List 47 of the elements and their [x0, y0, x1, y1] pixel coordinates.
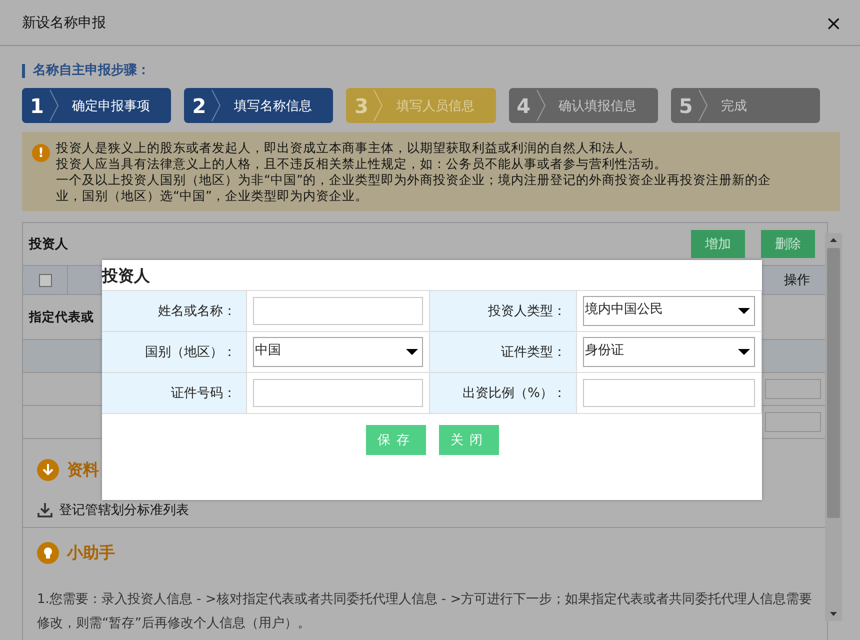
field-label: 证件号码： — [102, 373, 247, 414]
chevron-icon — [210, 88, 222, 123]
chevron-icon — [534, 88, 547, 123]
section-title: 资料 — [67, 460, 99, 480]
helper-text: 1.您需要：录入投资人信息 - >核对指定代表或者共同委托代理人信息 - >方可进行下一步；如果指定代表或者共同委托代理人信息需要修改，则需“暂存”后再修改个人信息（用户）。 — [37, 591, 813, 633]
warning-icon: ! — [32, 144, 50, 162]
input-field[interactable] — [765, 379, 821, 399]
chevron-icon — [48, 88, 60, 123]
input-field[interactable] — [253, 297, 423, 325]
notice-text: 一个及以上投资人国别（地区）为非“中国”的，企业类型即为外商投资企业；境内注册登记的外商投资企业再投资注册新的企业，国别（地区）选“中国”，企业类型即为内资企业。 — [56, 172, 772, 204]
caret-icon — [738, 349, 750, 355]
step: 5 完成 — [670, 88, 820, 123]
caret-icon — [738, 308, 750, 314]
lightbulb-icon — [37, 542, 59, 564]
section-title: 小助手 — [67, 542, 115, 564]
row-label: 指定代表或 — [29, 308, 94, 326]
field-label: 国别（地区）： — [102, 332, 247, 373]
dialog-title: 投资人 — [102, 265, 151, 287]
steps-heading: 名称自主申报步骤： — [22, 64, 820, 78]
download-link[interactable]: 登记管辖划分标准列表 — [37, 501, 813, 519]
notice-text: 投资人是狭义上的股东或者发起人，即出资成立本商事主体，以期望获取利益或利润的自然人和法人。 — [56, 140, 642, 156]
chevron-icon — [696, 88, 709, 123]
field-label: 投资人类型： — [430, 291, 577, 332]
step: 4 确认填报信息 — [508, 88, 658, 123]
download-icon — [37, 502, 53, 518]
step: 1 确定申报事项 — [22, 88, 172, 123]
step: 3 填写人员信息 — [346, 88, 496, 123]
select-field[interactable]: 身份证 — [583, 337, 755, 367]
checkbox[interactable] — [38, 274, 52, 286]
panel-title: 投资人 — [29, 236, 69, 253]
scrollbar[interactable] — [825, 233, 842, 621]
caret-icon — [406, 349, 418, 355]
input-field[interactable] — [765, 412, 821, 432]
notice-text: 投资人应当具有法律意义上的人格，且不违反相关禁止性规定，如：公务员不能从事或者参与营利性活动。 — [56, 156, 668, 172]
field-label: 出资比例（%）： — [430, 373, 577, 414]
chevron-icon — [372, 88, 384, 123]
step: 2 填写名称信息 — [184, 88, 334, 123]
select-field[interactable]: 境内中国公民 — [583, 296, 755, 326]
input-field[interactable] — [253, 379, 423, 407]
download-icon — [37, 459, 59, 481]
window-title: 新设名称申报 — [22, 14, 106, 32]
field-label: 证件类型： — [430, 332, 577, 373]
column-header: 操作 — [783, 272, 811, 289]
field-label: 姓名或名称： — [102, 291, 247, 332]
select-field[interactable]: 中国 — [253, 337, 423, 367]
close-button[interactable]: × — [821, 10, 846, 34]
input-field[interactable] — [583, 379, 755, 407]
